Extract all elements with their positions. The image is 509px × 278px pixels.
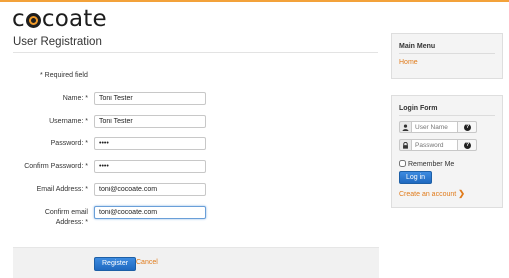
page-title: User Registration (13, 36, 102, 48)
confirm-password-input[interactable] (94, 160, 206, 173)
remember-me-label: Remember Me (408, 161, 455, 168)
login-form-title: Login Form (399, 105, 438, 112)
create-account-label: Create an account (399, 191, 457, 198)
question-icon: ? (464, 124, 471, 131)
confirm-email-input[interactable] (94, 206, 206, 219)
register-button[interactable]: Register (94, 257, 137, 271)
logo-text-start: c (12, 6, 25, 32)
form-actions-bar (13, 247, 379, 278)
username-label: Username: * (49, 118, 88, 125)
username-help-button[interactable]: ? (457, 121, 477, 133)
email-input[interactable] (94, 183, 206, 196)
title-divider (13, 52, 378, 53)
cancel-link[interactable]: Cancel (136, 259, 158, 266)
user-icon (399, 121, 411, 133)
confirm-email-label-line2: Address: * (55, 219, 88, 226)
lock-icon (399, 139, 411, 151)
name-label: Name: * (62, 95, 88, 102)
main-menu-title: Main Menu (399, 43, 436, 50)
home-link[interactable]: Home (399, 59, 418, 66)
login-password-input[interactable] (411, 139, 457, 151)
logo-text-end: coate (41, 6, 107, 32)
top-accent-line (0, 0, 509, 2)
remember-me-row[interactable]: Remember Me (399, 160, 454, 168)
login-form-module: Login Form ? ? Remember Me Log in Create… (391, 95, 503, 208)
login-button[interactable]: Log in (399, 171, 433, 184)
logo-mark-icon (25, 13, 41, 28)
username-input[interactable] (94, 115, 206, 128)
create-account-link[interactable]: Create an account ❯ (399, 189, 465, 198)
logo[interactable]: c coate (12, 5, 107, 33)
name-input[interactable] (94, 92, 206, 105)
required-field-note: * Required field (40, 72, 88, 79)
remember-me-checkbox[interactable] (399, 160, 406, 167)
email-label: Email Address: * (36, 186, 88, 193)
question-icon: ? (464, 142, 471, 149)
main-menu-module: Main Menu Home (391, 33, 503, 79)
login-form-divider (399, 115, 495, 116)
password-input[interactable] (94, 137, 206, 150)
confirm-password-label: Confirm Password: * (24, 163, 88, 170)
chevron-right-icon: ❯ (458, 189, 465, 198)
password-label: Password: * (50, 140, 88, 147)
confirm-email-label-line1: Confirm email (44, 209, 88, 216)
login-username-input[interactable] (411, 121, 457, 133)
main-menu-divider (399, 53, 495, 54)
password-help-button[interactable]: ? (457, 139, 477, 151)
